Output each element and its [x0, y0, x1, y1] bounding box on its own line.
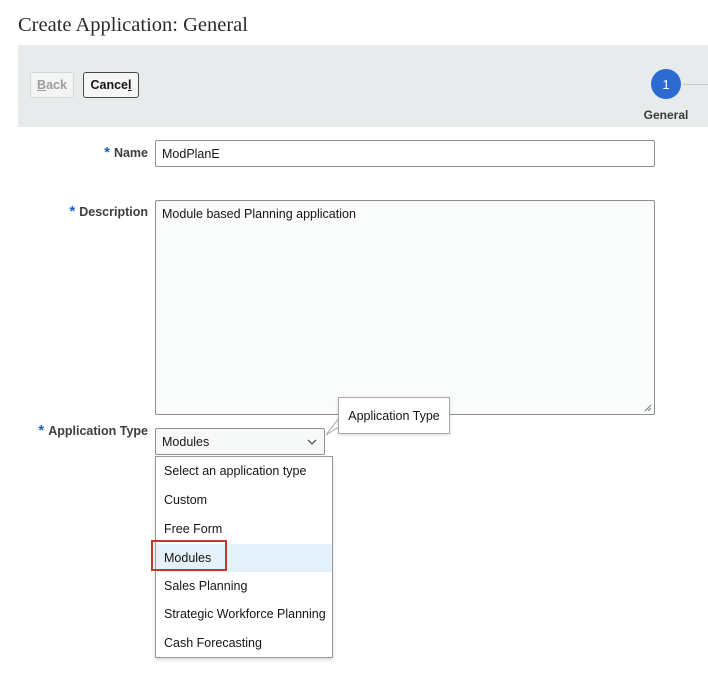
chevron-down-icon: [307, 439, 317, 445]
back-button[interactable]: Back: [30, 72, 74, 98]
back-button-label: ack: [46, 78, 67, 92]
train-step-label: General: [643, 108, 689, 122]
required-marker: *: [104, 144, 110, 161]
name-label: * Name: [60, 144, 148, 161]
application-type-tooltip: Application Type: [338, 397, 450, 434]
back-button-mnemonic: B: [37, 78, 47, 92]
cancel-button-label: Cance: [90, 78, 129, 92]
dropdown-option[interactable]: Custom: [156, 486, 332, 514]
dropdown-option[interactable]: Select an application type: [156, 457, 332, 485]
resize-grip-icon[interactable]: [644, 404, 652, 412]
tooltip-text: Application Type: [348, 408, 440, 423]
dropdown-option[interactable]: Cash Forecasting: [156, 629, 332, 657]
required-marker: *: [69, 203, 76, 220]
create-application-page: Create Application: General Back Cance l …: [0, 0, 708, 685]
dropdown-option[interactable]: Free Form: [156, 515, 332, 543]
application-type-select[interactable]: Modules: [155, 428, 325, 455]
name-label-text: Name: [113, 146, 148, 160]
name-input[interactable]: ModPlanE: [155, 140, 655, 167]
highlight-annotation-box: [151, 540, 227, 571]
page-title: Create Application: General: [18, 14, 248, 36]
cancel-button[interactable]: Cance l: [83, 72, 139, 98]
description-value: Module based Planning application: [162, 207, 356, 221]
train-step-general[interactable]: 1: [651, 69, 681, 99]
train-step-number: 1: [662, 76, 670, 92]
dropdown-option[interactable]: Sales Planning: [156, 572, 332, 600]
description-textarea[interactable]: Module based Planning application: [155, 200, 655, 415]
dropdown-option[interactable]: Strategic Workforce Planning: [156, 600, 332, 628]
application-type-label-text: Application Type: [48, 424, 148, 438]
required-marker: *: [38, 422, 45, 439]
cancel-button-mnemonic: l: [128, 78, 132, 92]
train-toolbar: Back Cance l 1 General: [18, 45, 708, 127]
name-input-value: ModPlanE: [162, 146, 220, 161]
application-type-label: * Application Type: [10, 422, 148, 439]
description-label: * Description: [30, 203, 148, 220]
description-label-text: Description: [79, 205, 148, 219]
application-type-value: Modules: [162, 434, 210, 449]
train-connector: [682, 84, 708, 85]
